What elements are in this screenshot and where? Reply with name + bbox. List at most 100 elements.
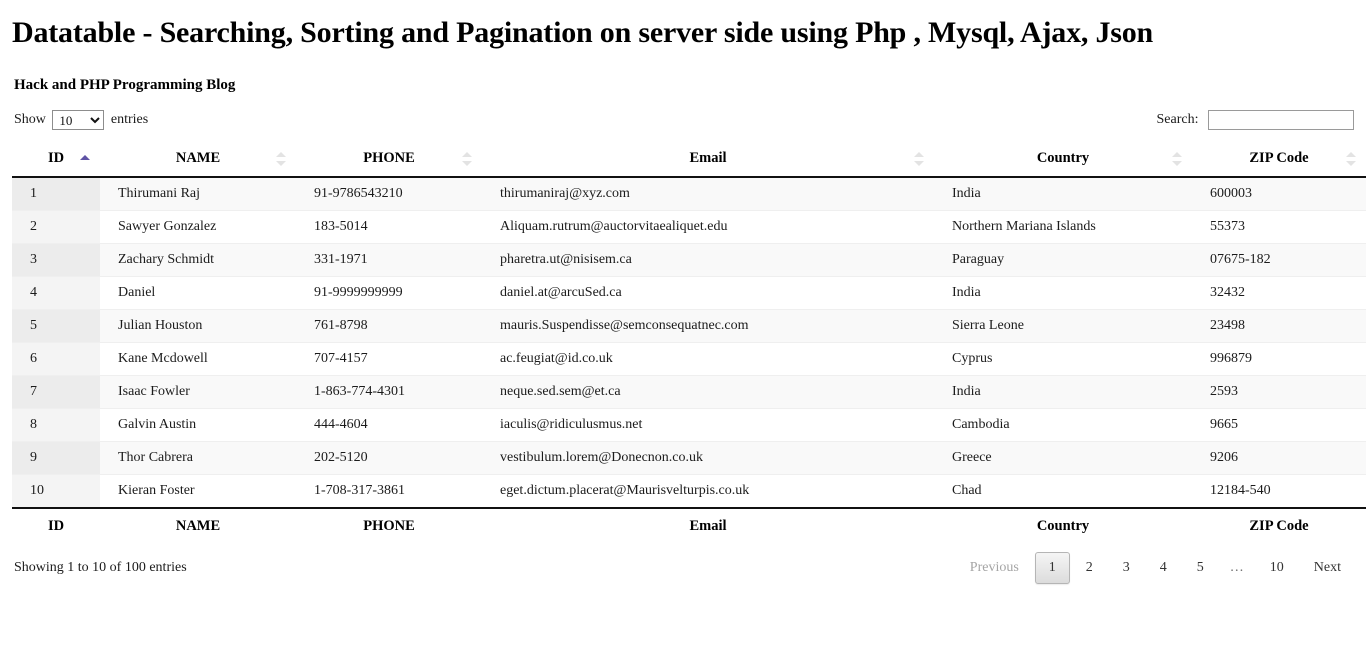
pagination-next[interactable]: Next bbox=[1300, 552, 1355, 584]
cell-country: India bbox=[934, 276, 1192, 310]
footer-header-name: NAME bbox=[100, 507, 296, 544]
table-row: 9 Thor Cabrera 202-5120 vestibulum.lorem@Do… bbox=[12, 441, 1366, 475]
sort-ascending-icon bbox=[80, 155, 90, 163]
cell-email: iaculis@ridiculusmus.net bbox=[482, 408, 934, 442]
cell-email: daniel.at@arcuSed.ca bbox=[482, 276, 934, 310]
cell-zip: 07675-182 bbox=[1192, 243, 1366, 277]
pagination-page-1[interactable]: 1 bbox=[1034, 552, 1070, 584]
pagination-page-3[interactable]: 3 bbox=[1109, 552, 1144, 584]
cell-id: 2 bbox=[12, 210, 100, 244]
table-row: 6 Kane Mcdowell 707-4157 ac.feugiat@id.co.u… bbox=[12, 342, 1366, 376]
pagination-page-10[interactable]: 10 bbox=[1256, 552, 1298, 584]
cell-phone: 444-4604 bbox=[296, 408, 482, 442]
cell-name: Galvin Austin bbox=[100, 408, 296, 442]
cell-id: 4 bbox=[12, 276, 100, 310]
page-length-control: Show 102550100 entries bbox=[14, 110, 148, 130]
table-row: 5 Julian Houston 761-8798 mauris.Suspendiss… bbox=[12, 309, 1366, 343]
sort-none-icon bbox=[462, 152, 472, 166]
cell-email: Aliquam.rutrum@auctorvitaealiquet.edu bbox=[482, 210, 934, 244]
pagination-page-4[interactable]: 4 bbox=[1146, 552, 1181, 584]
cell-zip: 600003 bbox=[1192, 176, 1366, 211]
cell-id: 3 bbox=[12, 243, 100, 277]
cell-zip: 996879 bbox=[1192, 342, 1366, 376]
cell-country: India bbox=[934, 176, 1192, 211]
footer-header-id: ID bbox=[12, 507, 100, 544]
table-info: Showing 1 to 10 of 100 entries bbox=[14, 560, 187, 575]
cell-id: 5 bbox=[12, 309, 100, 343]
search-control: Search: bbox=[1157, 110, 1354, 130]
cell-country: Cyprus bbox=[934, 342, 1192, 376]
table-header-row: ID NAME PHONE Email Country ZIP Code bbox=[12, 142, 1366, 178]
cell-id: 1 bbox=[12, 176, 100, 211]
pagination-page-2[interactable]: 2 bbox=[1072, 552, 1107, 584]
page-length-select[interactable]: 102550100 bbox=[52, 110, 105, 130]
cell-phone: 761-8798 bbox=[296, 309, 482, 343]
entries-label: entries bbox=[110, 112, 149, 128]
cell-email: neque.sed.sem@et.ca bbox=[482, 375, 934, 409]
table-row: 2 Sawyer Gonzalez 183-5014 Aliquam.rutrum@a… bbox=[12, 210, 1366, 244]
cell-name: Julian Houston bbox=[100, 309, 296, 343]
column-header-id[interactable]: ID bbox=[12, 142, 100, 178]
page-subtitle: Hack and PHP Programming Blog bbox=[14, 77, 236, 93]
cell-phone: 331-1971 bbox=[296, 243, 482, 277]
search-input[interactable] bbox=[1208, 110, 1354, 130]
table-body: 1 Thirumani Raj 91-9786543210 thirumaniraj@… bbox=[12, 176, 1366, 508]
cell-id: 7 bbox=[12, 375, 100, 409]
show-label: Show bbox=[14, 112, 46, 128]
cell-id: 8 bbox=[12, 408, 100, 442]
cell-email: vestibulum.lorem@Donecnon.co.uk bbox=[482, 441, 934, 475]
cell-country: Northern Mariana Islands bbox=[934, 210, 1192, 244]
footer-header-zip: ZIP Code bbox=[1192, 507, 1366, 544]
cell-phone: 707-4157 bbox=[296, 342, 482, 376]
cell-country: Paraguay bbox=[934, 243, 1192, 277]
footer-header-country: Country bbox=[934, 507, 1192, 544]
column-header-zip[interactable]: ZIP Code bbox=[1192, 142, 1366, 178]
table-row: 8 Galvin Austin 444-4604 iaculis@ridiculusm… bbox=[12, 408, 1366, 442]
cell-country: Sierra Leone bbox=[934, 309, 1192, 343]
column-header-name-label: NAME bbox=[175, 150, 221, 166]
cell-email: ac.feugiat@id.co.uk bbox=[482, 342, 934, 376]
sort-none-icon bbox=[1172, 152, 1182, 166]
cell-zip: 55373 bbox=[1192, 210, 1366, 244]
pagination-ellipsis: … bbox=[1229, 560, 1244, 575]
cell-zip: 9206 bbox=[1192, 441, 1366, 475]
table-foot: ID NAME PHONE Email Country ZIP Code bbox=[12, 507, 1366, 544]
cell-id: 6 bbox=[12, 342, 100, 376]
cell-id: 10 bbox=[12, 474, 100, 508]
sort-none-icon bbox=[914, 152, 924, 166]
table-row: 4 Daniel 91-9999999999 daniel.at@arcuSed.ca… bbox=[12, 276, 1366, 310]
cell-id: 9 bbox=[12, 441, 100, 475]
cell-country: India bbox=[934, 375, 1192, 409]
cell-email: mauris.Suspendisse@semconsequatnec.com bbox=[482, 309, 934, 343]
cell-name: Kieran Foster bbox=[100, 474, 296, 508]
column-header-phone[interactable]: PHONE bbox=[296, 142, 482, 178]
sort-none-icon bbox=[276, 152, 286, 166]
search-label: Search: bbox=[1156, 112, 1199, 128]
cell-country: Greece bbox=[934, 441, 1192, 475]
footer-header-phone: PHONE bbox=[296, 507, 482, 544]
cell-phone: 202-5120 bbox=[296, 441, 482, 475]
cell-name: Isaac Fowler bbox=[100, 375, 296, 409]
cell-name: Daniel bbox=[100, 276, 296, 310]
column-header-country[interactable]: Country bbox=[934, 142, 1192, 178]
table-row: 1 Thirumani Raj 91-9786543210 thirumaniraj@… bbox=[12, 176, 1366, 211]
cell-phone: 183-5014 bbox=[296, 210, 482, 244]
table-head: ID NAME PHONE Email Country ZIP Code bbox=[12, 142, 1366, 178]
pagination-page-5[interactable]: 5 bbox=[1183, 552, 1218, 584]
table-row: 3 Zachary Schmidt 331-1971 pharetra.ut@nisi… bbox=[12, 243, 1366, 277]
cell-name: Thirumani Raj bbox=[100, 176, 296, 211]
cell-zip: 32432 bbox=[1192, 276, 1366, 310]
cell-phone: 1-863-774-4301 bbox=[296, 375, 482, 409]
page-title: Datatable - Searching, Sorting and Pagin… bbox=[12, 16, 1154, 49]
data-table: ID NAME PHONE Email Country ZIP Code 1 T… bbox=[12, 142, 1366, 544]
column-header-name[interactable]: NAME bbox=[100, 142, 296, 178]
table-footer-row: ID NAME PHONE Email Country ZIP Code bbox=[12, 507, 1366, 544]
cell-name: Zachary Schmidt bbox=[100, 243, 296, 277]
pagination-previous[interactable]: Previous bbox=[956, 552, 1033, 584]
column-header-zip-label: ZIP Code bbox=[1249, 150, 1309, 166]
cell-email: thirumaniraj@xyz.com bbox=[482, 176, 934, 211]
cell-name: Sawyer Gonzalez bbox=[100, 210, 296, 244]
column-header-email[interactable]: Email bbox=[482, 142, 934, 178]
cell-zip: 12184-540 bbox=[1192, 474, 1366, 508]
footer-header-email: Email bbox=[482, 507, 934, 544]
